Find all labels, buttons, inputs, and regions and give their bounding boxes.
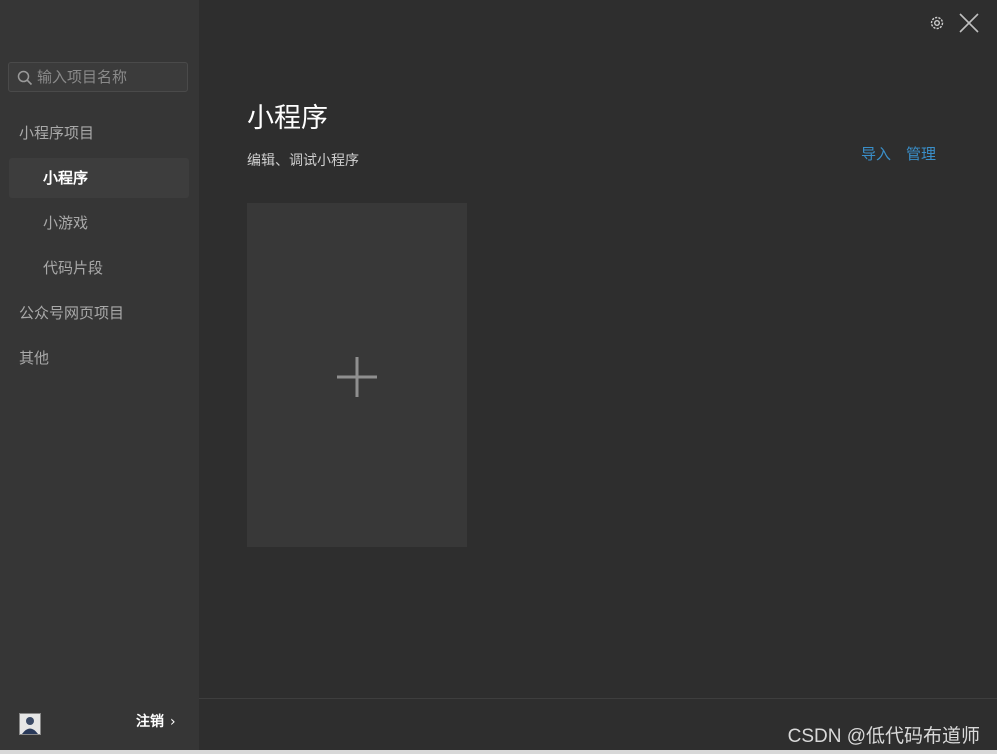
sidebar-item-miniprogram[interactable]: 小程序 (9, 158, 189, 198)
logout-button[interactable]: 注销 › (136, 711, 176, 731)
window-bottom-edge (0, 750, 997, 754)
manage-link[interactable]: 管理 (906, 143, 936, 164)
footer-divider (199, 698, 997, 699)
sidebar-item-code-snippets[interactable]: 代码片段 (9, 248, 189, 288)
close-icon[interactable] (958, 12, 980, 34)
logout-label: 注销 (136, 714, 164, 730)
watermark: CSDN @低代码布道师 (787, 726, 980, 747)
page-subtitle: 编辑、调试小程序 (247, 153, 359, 169)
sidebar: 小程序项目 小程序 小游戏 代码片段 公众号网页项目 其他 注销 › (0, 0, 199, 750)
gear-icon[interactable] (928, 14, 946, 32)
search-box[interactable] (8, 62, 188, 92)
search-input[interactable] (37, 63, 182, 91)
create-project-card[interactable] (247, 203, 467, 547)
sidebar-item-minigame[interactable]: 小游戏 (9, 203, 189, 243)
plus-icon (337, 357, 377, 397)
import-link[interactable]: 导入 (861, 143, 891, 164)
sidebar-group-other[interactable]: 其他 (19, 338, 49, 378)
sidebar-footer: 注销 › (0, 700, 199, 744)
sidebar-group-miniprogram-projects[interactable]: 小程序项目 (19, 113, 94, 153)
sidebar-group-official-account-web[interactable]: 公众号网页项目 (19, 293, 124, 333)
avatar[interactable] (19, 713, 41, 735)
page-title: 小程序 (247, 103, 328, 134)
chevron-right-icon: › (170, 714, 176, 730)
search-icon (17, 70, 33, 86)
